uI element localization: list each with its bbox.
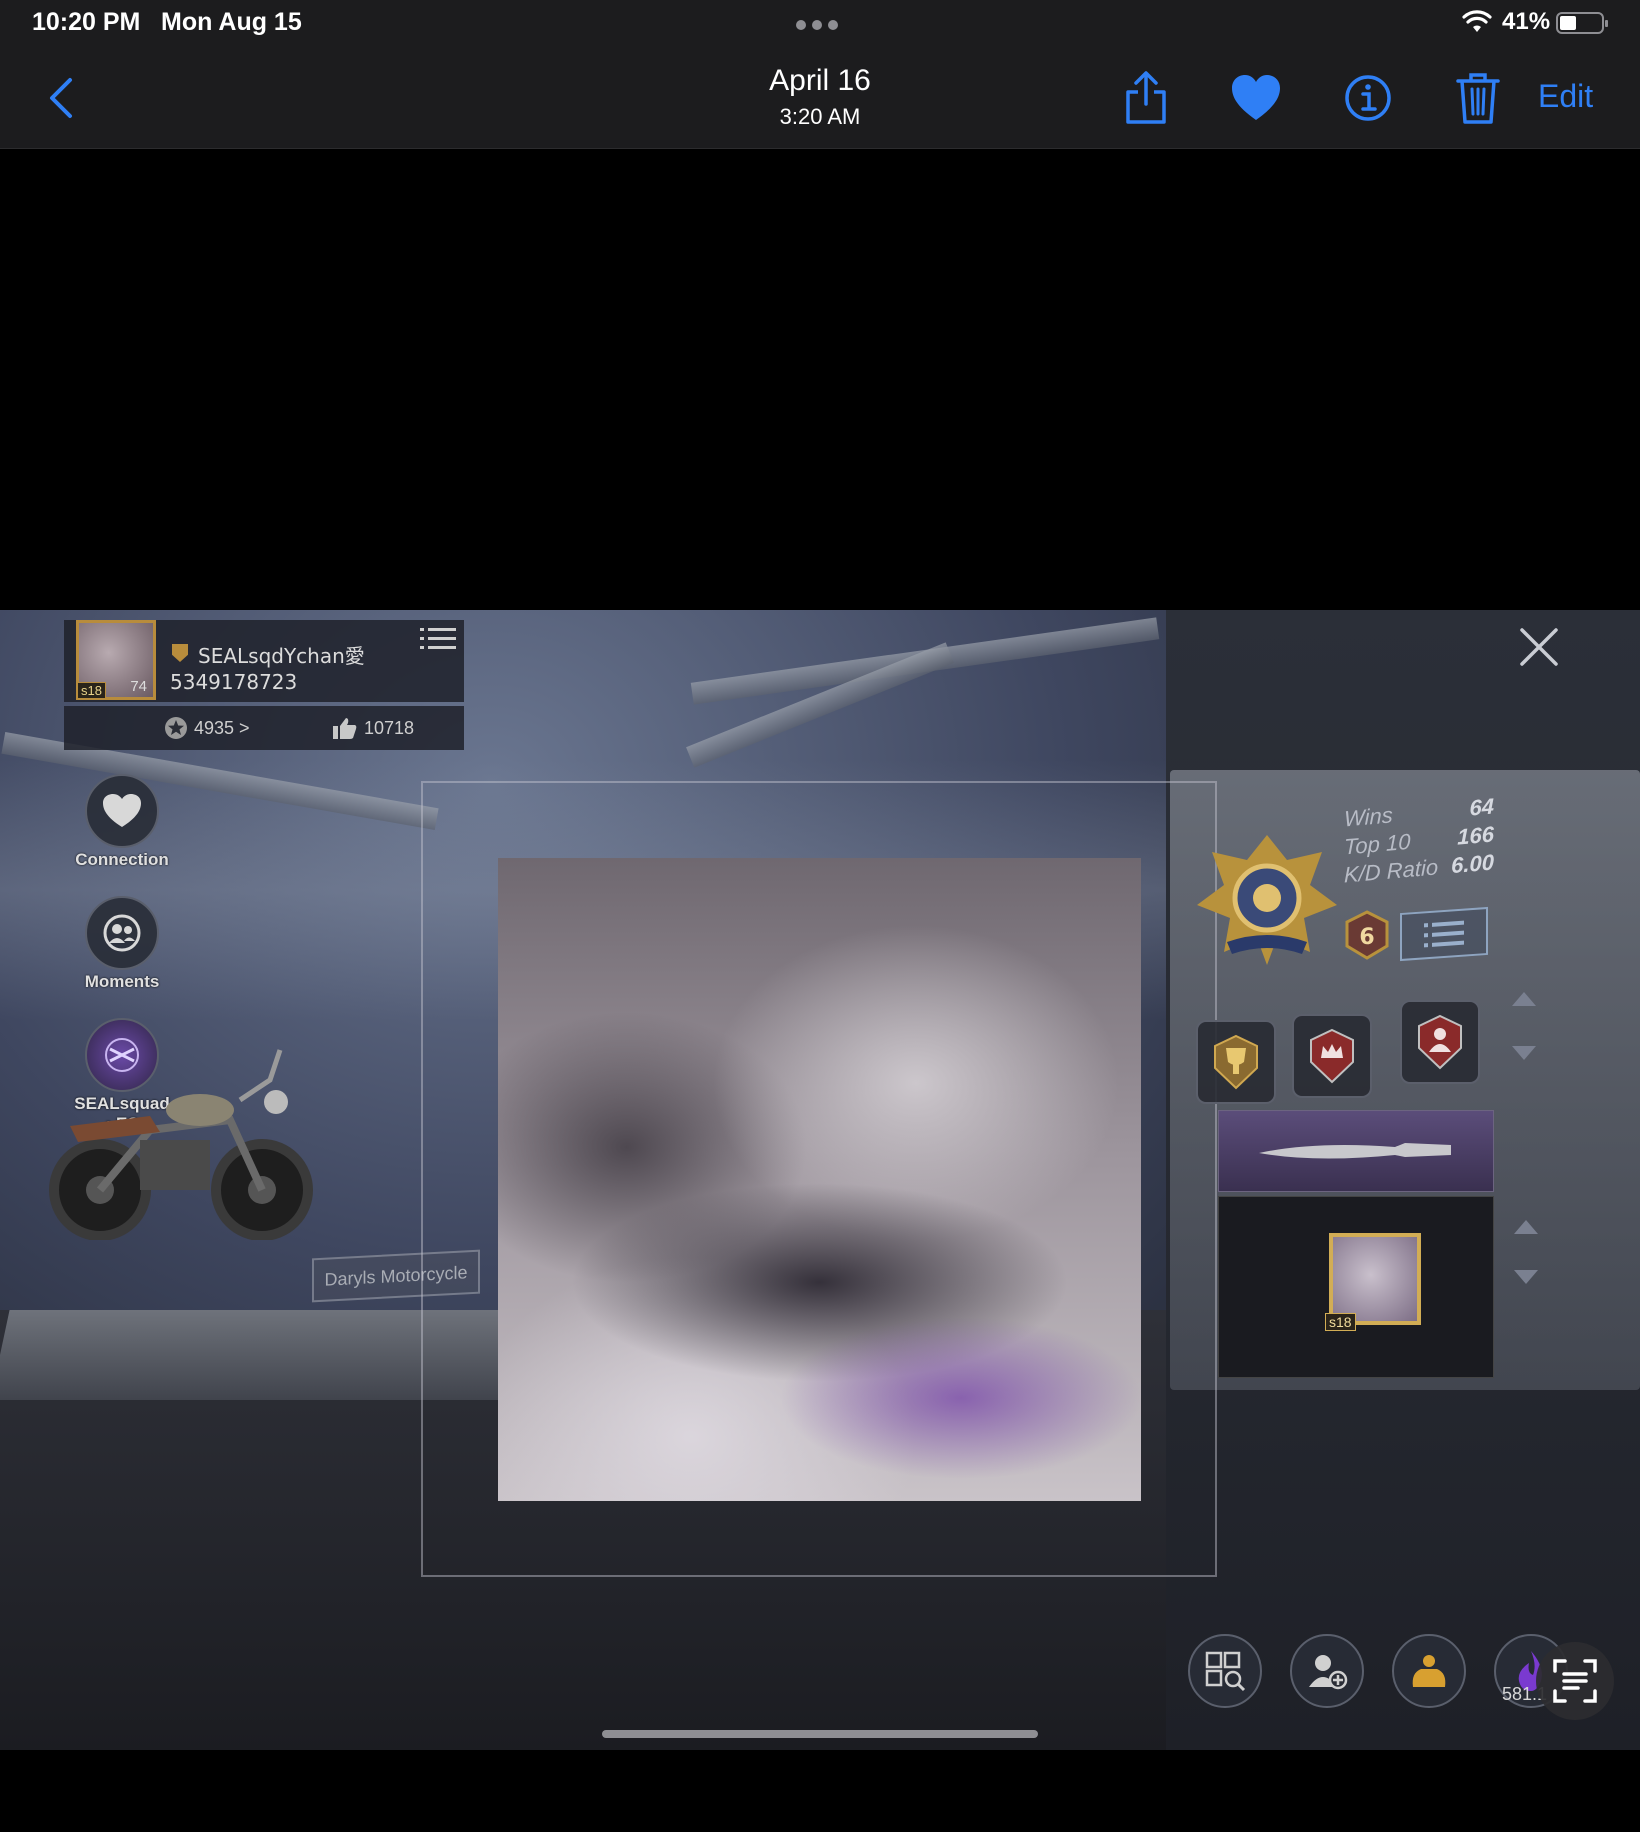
home-indicator[interactable] <box>602 1730 1038 1738</box>
live-text-button[interactable] <box>1536 1642 1614 1720</box>
multitasking-dots-icon[interactable] <box>796 20 838 30</box>
match-stats: Wins 64 Top 10 166 K/D Ratio 6.00 <box>1344 793 1494 926</box>
live-text-icon <box>1553 1659 1597 1703</box>
crown-shield-icon <box>1310 1028 1354 1084</box>
photo-content[interactable]: s18 74 SEALsqdYchan愛 5349178723 4935 > 1… <box>0 610 1640 1750</box>
trophy-badge[interactable] <box>1196 1020 1276 1104</box>
rank-emblem-icon <box>1197 835 1337 965</box>
popularity-star-icon <box>165 717 187 739</box>
status-time: 10:20 PM <box>32 8 141 36</box>
gift-bag-icon <box>1412 1655 1446 1687</box>
edit-button[interactable]: Edit <box>1538 78 1593 115</box>
connection-label: Connection <box>75 850 169 869</box>
player-profile-card[interactable]: s18 74 SEALsqdYchan愛 5349178723 <box>64 620 464 702</box>
list-menu-icon[interactable] <box>420 626 456 652</box>
add-friend-button[interactable] <box>1290 1634 1364 1708</box>
machete-icon <box>1259 1143 1451 1159</box>
soldier-shield-icon <box>1418 1014 1462 1070</box>
tier-badge-icon: 6 <box>1345 910 1389 960</box>
kd-ratio-value: 6.00 <box>1451 849 1494 879</box>
achievement-badge-1[interactable] <box>1292 1014 1372 1098</box>
player-id: 5349178723 <box>170 670 298 694</box>
avatar-level: 74 <box>130 678 147 695</box>
photo-toolbar: April 16 3:20 AM Edit <box>0 48 1640 149</box>
status-date: Mon Aug 15 <box>161 8 302 36</box>
scroll-down-arrow-icon[interactable] <box>1512 1046 1536 1060</box>
top10-value: 166 <box>1457 821 1494 850</box>
achievement-badge-2[interactable] <box>1400 1000 1480 1084</box>
battery-percent: 41% <box>1502 8 1551 35</box>
scroll-up-arrow-icon[interactable] <box>1512 992 1536 1006</box>
likes-stat[interactable]: 10718 <box>332 716 414 740</box>
battery-icon <box>1556 12 1608 34</box>
people-icon <box>103 914 141 952</box>
frame-season-badge: s18 <box>1325 1313 1356 1331</box>
frame-scroll-down-icon[interactable] <box>1514 1270 1538 1284</box>
wifi-icon <box>1462 10 1492 32</box>
player-name: SEALsqdYchan愛 <box>198 644 365 668</box>
motorcycle-image <box>49 1049 313 1240</box>
info-icon[interactable] <box>1338 68 1398 128</box>
weapon-showcase[interactable] <box>1218 1110 1494 1192</box>
likes-value: 10718 <box>364 717 415 738</box>
wins-value: 64 <box>1469 793 1494 821</box>
profile-stats-row: 4935 > 10718 <box>64 706 464 750</box>
add-friend-icon <box>1309 1655 1348 1690</box>
popularity-stat[interactable]: 4935 > <box>164 716 250 740</box>
thumbs-up-icon <box>333 718 357 739</box>
avatar-frame-showcase[interactable]: s18 <box>1218 1196 1494 1378</box>
wins-label: Wins <box>1344 802 1393 832</box>
avatar-season-badge: s18 <box>77 682 106 699</box>
popularity-value: 4935 > <box>194 717 250 738</box>
clan-shield-icon <box>172 644 188 662</box>
trophy-icon <box>1214 1034 1258 1090</box>
heart-icon <box>103 794 141 827</box>
moments-label: Moments <box>84 972 160 991</box>
avatar[interactable]: s18 74 <box>76 620 156 700</box>
gift-button[interactable] <box>1392 1634 1466 1708</box>
moments-button[interactable]: Moments <box>74 896 170 992</box>
trash-icon[interactable] <box>1448 68 1508 128</box>
favorite-heart-icon[interactable] <box>1226 68 1286 128</box>
inspect-button[interactable] <box>1188 1634 1262 1708</box>
connection-button[interactable]: Connection <box>74 774 170 870</box>
share-icon[interactable] <box>1116 68 1176 128</box>
frame-scroll-up-icon[interactable] <box>1514 1220 1538 1234</box>
tier-value: 6 <box>1359 925 1374 950</box>
inspect-grid-icon <box>1205 1651 1246 1692</box>
close-icon[interactable] <box>1514 622 1564 672</box>
blurred-profile-picture <box>498 858 1141 1501</box>
stats-detail-icon[interactable] <box>1400 906 1488 962</box>
frame-preview: s18 <box>1325 1233 1421 1331</box>
status-bar: 10:20 PM Mon Aug 15 41% <box>0 0 1640 48</box>
